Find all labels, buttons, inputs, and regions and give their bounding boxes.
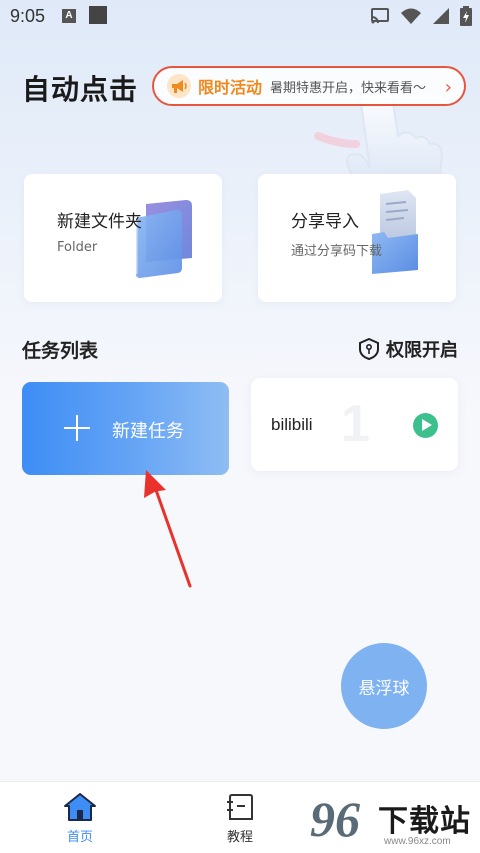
new-task-button[interactable]: 新建任务 (22, 382, 229, 475)
task-list-title: 任务列表 (22, 340, 99, 362)
wifi-icon (401, 8, 421, 24)
new-folder-title: 新建文件夹 (57, 212, 142, 232)
notification-a-icon: A (62, 9, 76, 23)
home-icon (64, 793, 96, 821)
promo-label: 限时活动 (198, 78, 263, 97)
watermark-number: 96 (310, 791, 360, 847)
task-number: 1 (341, 395, 370, 453)
promo-banner[interactable]: 限时活动 暑期特惠开启，快来看看～ › (152, 66, 466, 106)
permission-button[interactable]: 权限开启 (358, 336, 458, 362)
nav-tutorial-label: 教程 (226, 830, 253, 845)
watermark: 96 下载站 www.96xz.com (310, 790, 480, 853)
float-ball-button[interactable]: 悬浮球 (341, 643, 427, 729)
app-title: 自动点击 (22, 73, 139, 106)
play-icon[interactable] (413, 413, 438, 438)
nav-home[interactable]: 首页 (40, 792, 120, 845)
plus-icon (64, 415, 90, 441)
status-icons (370, 6, 472, 26)
nav-tutorial[interactable]: 教程 (200, 792, 280, 845)
task-item[interactable]: 1 bilibili (251, 378, 458, 471)
battery-icon (460, 6, 472, 26)
watermark-text: 下载站 (378, 804, 471, 839)
status-bar: 9:05 A (0, 0, 480, 34)
new-task-label: 新建任务 (112, 421, 184, 442)
promo-text: 暑期特惠开启，快来看看～ (270, 80, 427, 96)
new-folder-card[interactable]: 新建文件夹 Folder (24, 174, 222, 302)
notification-square-icon (89, 6, 107, 24)
document-import-icon (372, 190, 418, 274)
tutorial-icon (227, 794, 253, 820)
watermark-url: www.96xz.com (384, 836, 451, 847)
chevron-right-icon: › (444, 77, 452, 98)
new-folder-subtitle: Folder (57, 240, 98, 255)
nav-home-label: 首页 (66, 830, 93, 845)
share-import-card[interactable]: 分享导入 通过分享码下载 (258, 174, 456, 302)
permission-label: 权限开启 (386, 340, 458, 361)
red-arrow-annotation (144, 470, 192, 588)
signal-icon (433, 8, 449, 24)
share-import-title: 分享导入 (291, 212, 359, 232)
cast-icon (371, 8, 389, 24)
megaphone-icon (167, 74, 191, 98)
shield-icon (359, 338, 379, 360)
share-import-subtitle: 通过分享码下载 (291, 244, 383, 259)
status-time: 9:05 (10, 6, 46, 26)
float-ball-label: 悬浮球 (358, 678, 410, 699)
task-name: bilibili (271, 415, 313, 434)
